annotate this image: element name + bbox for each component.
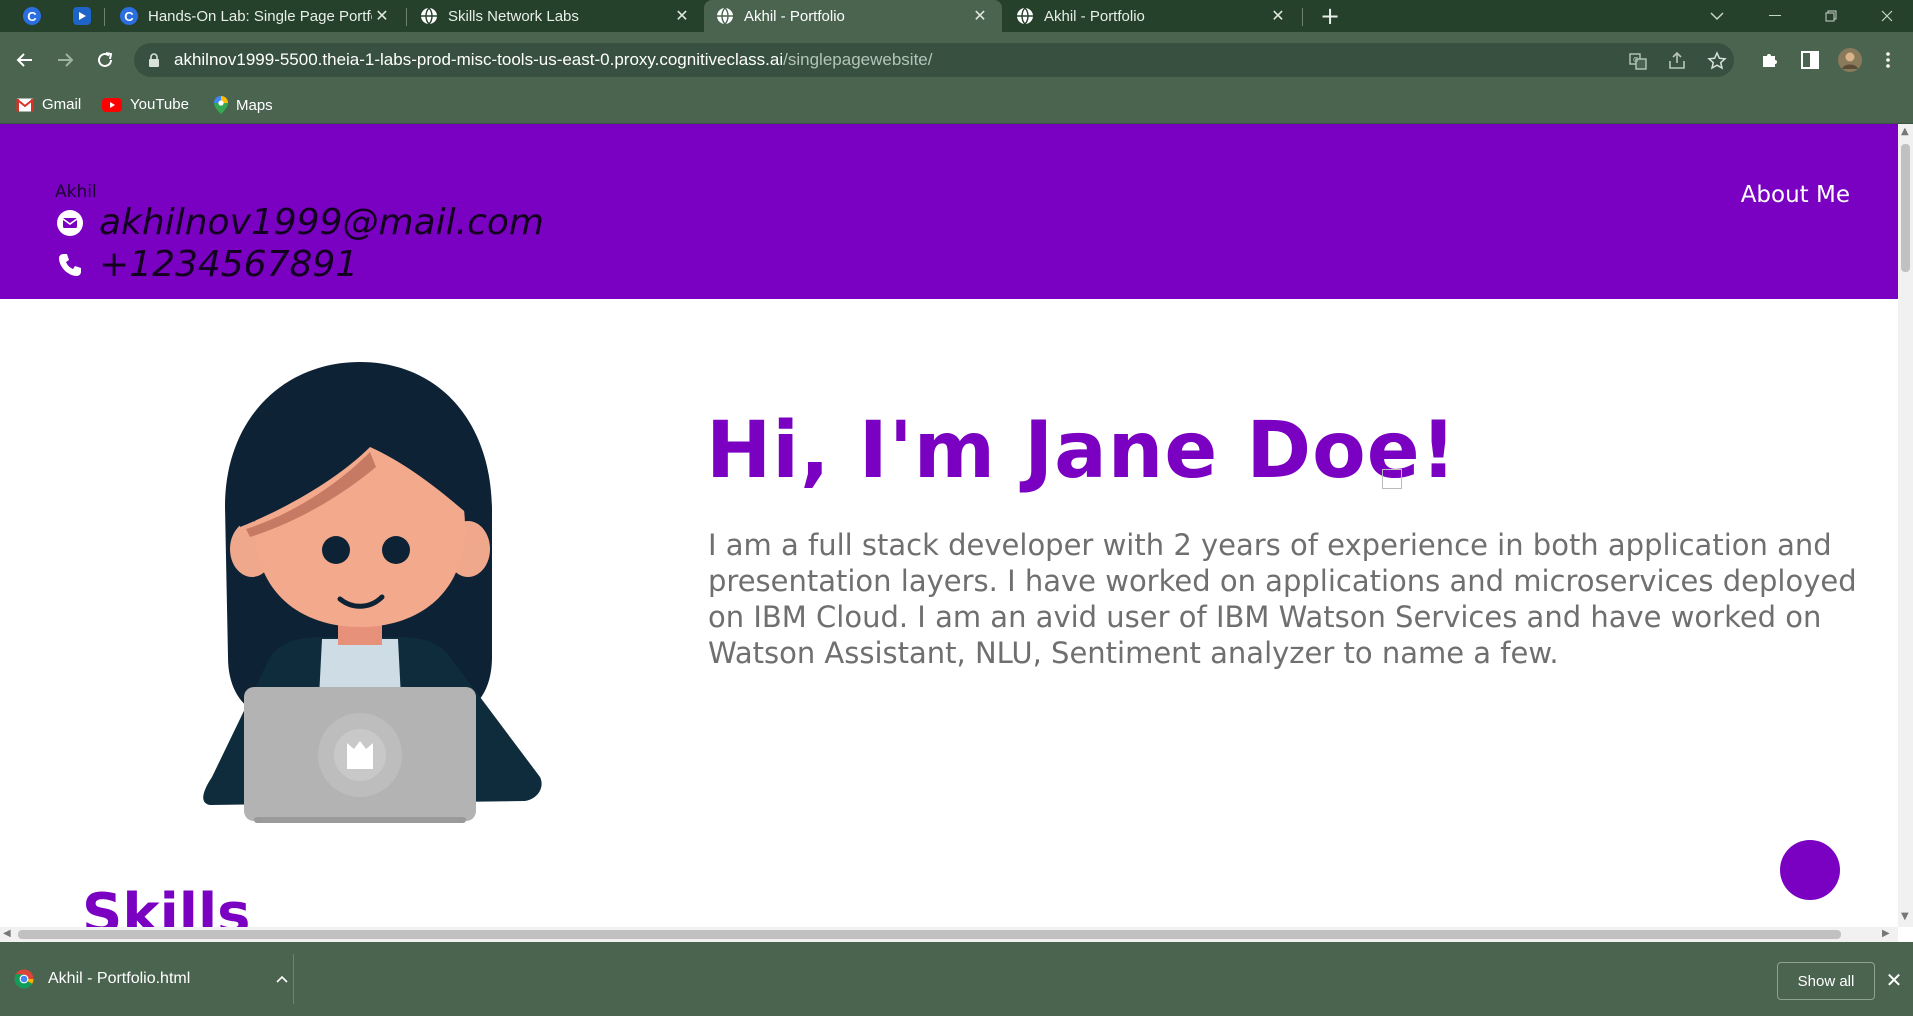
reload-button[interactable] [89,44,121,76]
contact-phone: +1234567891 [55,244,358,285]
lock-icon [149,53,159,67]
scroll-left-arrow-icon[interactable]: ◀ [3,928,11,939]
side-panel-icon[interactable] [1798,48,1822,72]
hero-description: I am a full stack developer with 2 years… [708,528,1857,670]
skills-heading: Skills [82,882,251,927]
chevron-up-icon[interactable] [275,974,289,984]
browser-menu-icon[interactable] [1876,48,1900,72]
bookmark-gmail[interactable]: Gmail [16,96,81,113]
restore-button[interactable] [1808,0,1854,32]
tab-title: Akhil - Portfolio [744,7,845,25]
chrome-icon [14,969,34,989]
tab-akhil-portfolio-active[interactable]: Akhil - Portfolio ✕ [704,0,1002,32]
globe-icon [421,7,437,25]
vertical-scroll-thumb[interactable] [1901,144,1910,272]
play-icon [73,7,91,25]
envelope-icon [55,208,85,238]
close-icon[interactable]: ✕ [970,6,990,26]
download-file-name: Akhil - Portfolio.html [48,970,191,987]
broken-image-placeholder [1382,469,1402,489]
tab-skills-network-labs[interactable]: Skills Network Labs ✕ [408,0,704,32]
bookmark-label: Maps [236,96,273,114]
tab-hands-on-lab[interactable]: C Hands-On Lab: Single Page Portfo ✕ [108,0,404,32]
bookmarks-bar: Gmail YouTube Maps [0,88,1913,124]
tab-akhil-portfolio[interactable]: Akhil - Portfolio ✕ [1004,0,1300,32]
maps-icon [214,96,228,114]
horizontal-scrollbar[interactable]: ◀ ▶ [0,927,1898,942]
scroll-down-arrow-icon[interactable]: ▼ [1901,911,1909,922]
close-icon[interactable]: ✕ [672,6,692,26]
reload-icon [98,52,113,67]
pinned-tab-cognitiveclass[interactable]: C [18,4,46,28]
vertical-scrollbar[interactable]: ▲ ▼ [1898,124,1913,927]
window-close-button[interactable] [1864,0,1910,32]
floating-action-button[interactable] [1780,840,1840,900]
close-download-bar-icon[interactable]: ✕ [1882,968,1906,992]
nav-link-about-me[interactable]: About Me [1741,182,1850,208]
browser-toolbar: akhilnov1999-5500.theia-1-labs-prod-misc… [0,32,1913,88]
developer-illustration [203,362,542,823]
download-bar: Akhil - Portfolio.html Show all ✕ [0,942,1913,1016]
profile-avatar[interactable] [1838,48,1862,72]
site-brand: Akhil [55,182,97,202]
pinned-tab-media[interactable] [68,4,96,28]
horizontal-scroll-thumb[interactable] [18,930,1841,939]
gmail-icon [16,98,34,111]
email-text: akhilnov1999@mail.com [99,202,544,243]
tab-search-chevron-icon[interactable] [1694,0,1740,32]
forward-arrow-icon [58,53,74,67]
translate-icon[interactable]: G [1628,51,1648,71]
tab-title: Hands-On Lab: Single Page Portfo [148,7,372,25]
close-icon[interactable]: ✕ [372,6,392,26]
contact-email: akhilnov1999@mail.com [55,202,544,243]
extensions-puzzle-icon[interactable] [1758,48,1782,72]
forward-button[interactable] [49,44,81,76]
youtube-icon [102,97,122,112]
scroll-right-arrow-icon[interactable]: ▶ [1882,928,1890,939]
bookmark-label: Gmail [42,96,82,113]
phone-icon [55,250,85,280]
hero-heading: Hi, I'm Jane Doe! [706,406,1458,496]
globe-icon [1017,7,1033,25]
download-item[interactable]: Akhil - Portfolio.html [14,960,289,998]
back-arrow-icon [16,53,32,67]
bookmark-maps[interactable]: Maps [214,96,273,114]
url-host: akhilnov1999-5500.theia-1-labs-prod-misc… [174,50,784,69]
site-header: Akhil akhilnov1999@mail.com +1234567891 … [0,124,1898,299]
page-viewport: Akhil akhilnov1999@mail.com +1234567891 … [0,124,1898,927]
cognitiveclass-icon: C [23,7,41,25]
tab-title: Skills Network Labs [448,7,579,25]
bookmark-label: YouTube [130,96,189,113]
share-icon[interactable] [1667,51,1687,71]
tab-strip: C C Hands-On Lab: Single Page Portfo ✕ S… [0,0,1913,32]
bookmark-star-icon[interactable] [1707,51,1727,71]
bookmark-youtube[interactable]: YouTube [102,96,189,113]
url-path: /singlepagewebsite/ [783,50,933,69]
globe-icon [717,7,733,25]
scroll-up-arrow-icon[interactable]: ▲ [1901,126,1909,137]
address-bar[interactable]: akhilnov1999-5500.theia-1-labs-prod-misc… [134,43,1734,77]
svg-text:G: G [1633,56,1638,64]
new-tab-button[interactable]: + [1316,2,1344,30]
close-icon[interactable]: ✕ [1268,6,1288,26]
cognitiveclass-icon: C [120,7,138,25]
show-all-downloads-button[interactable]: Show all [1777,962,1875,1000]
tab-title: Akhil - Portfolio [1044,7,1145,25]
back-button[interactable] [9,44,41,76]
phone-text: +1234567891 [99,244,359,285]
minimize-button[interactable] [1752,0,1798,32]
